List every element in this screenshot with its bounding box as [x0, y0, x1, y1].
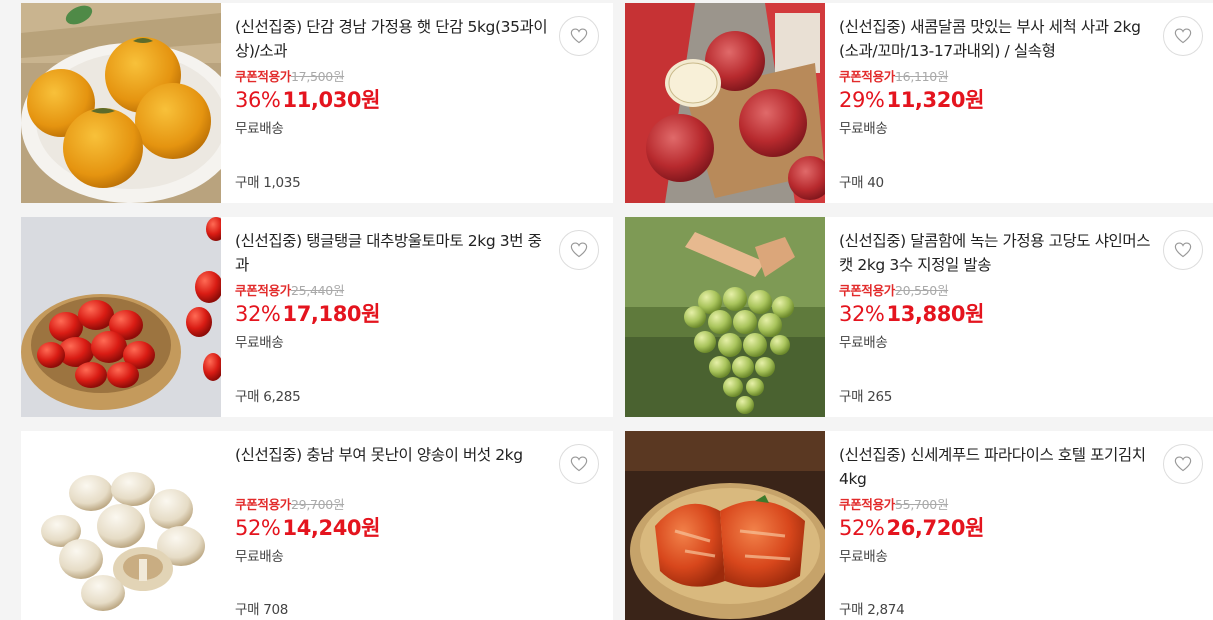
- sale-price: 17,180원: [282, 302, 381, 326]
- product-image[interactable]: [625, 3, 825, 203]
- product-image[interactable]: [21, 217, 221, 417]
- original-price: 25,440원: [291, 283, 345, 298]
- product-card[interactable]: (신선집중) 충남 부여 못난이 양송이 버섯 2kg 쿠폰적용가29,700원…: [21, 431, 613, 620]
- heart-icon: [1174, 456, 1192, 472]
- purchase-count: 구매 2,874: [839, 602, 905, 618]
- product-title[interactable]: (신선집중) 달콤함에 녹는 가정용 고당도 샤인머스캣 2kg 3수 지정일 …: [839, 229, 1159, 277]
- sale-price: 26,720원: [886, 516, 985, 540]
- product-card[interactable]: (신선집중) 신세계푸드 파라다이스 호텔 포기김치 4kg 쿠폰적용가55,7…: [625, 431, 1213, 620]
- shipping-info: 무료배송: [839, 335, 888, 351]
- original-price: 55,700원: [895, 497, 949, 512]
- discount-rate: 52%: [839, 516, 885, 540]
- purchase-count: 구매 40: [839, 175, 884, 191]
- shine-muscat-image: [625, 217, 825, 417]
- wishlist-button[interactable]: [1163, 444, 1203, 484]
- discount-rate: 52%: [235, 516, 281, 540]
- product-title[interactable]: (신선집중) 탱글탱글 대추방울토마토 2kg 3번 중과: [235, 229, 555, 277]
- sale-price: 11,320원: [886, 88, 985, 112]
- purchase-count: 구매 265: [839, 389, 893, 405]
- product-card[interactable]: (신선집중) 새콤달콤 맛있는 부사 세척 사과 2kg (소과/꼬마/13-1…: [625, 3, 1213, 203]
- shipping-info: 무료배송: [235, 121, 284, 137]
- original-price: 16,110원: [895, 69, 949, 84]
- wishlist-button[interactable]: [559, 444, 599, 484]
- product-title[interactable]: (신선집중) 새콤달콤 맛있는 부사 세척 사과 2kg (소과/꼬마/13-1…: [839, 15, 1159, 63]
- product-title[interactable]: (신선집중) 신세계푸드 파라다이스 호텔 포기김치 4kg: [839, 443, 1159, 491]
- original-price: 20,550원: [895, 283, 949, 298]
- heart-icon: [570, 242, 588, 258]
- discount-rate: 32%: [235, 302, 281, 326]
- original-price: 29,700원: [291, 497, 345, 512]
- original-price: 17,500원: [291, 69, 345, 84]
- heart-icon: [1174, 242, 1192, 258]
- discount-rate: 29%: [839, 88, 885, 112]
- apple-image: [625, 3, 825, 203]
- discount-rate: 36%: [235, 88, 281, 112]
- wishlist-button[interactable]: [1163, 230, 1203, 270]
- cherry-tomato-image: [21, 217, 221, 417]
- shipping-info: 무료배송: [235, 549, 284, 565]
- coupon-label: 쿠폰적용가: [235, 283, 292, 298]
- product-image[interactable]: [21, 3, 221, 203]
- product-card[interactable]: (신선집중) 탱글탱글 대추방울토마토 2kg 3번 중과 쿠폰적용가25,44…: [21, 217, 613, 417]
- sale-price: 13,880원: [886, 302, 985, 326]
- heart-icon: [570, 28, 588, 44]
- coupon-label: 쿠폰적용가: [839, 497, 896, 512]
- product-card[interactable]: (신선집중) 달콤함에 녹는 가정용 고당도 샤인머스캣 2kg 3수 지정일 …: [625, 217, 1213, 417]
- coupon-label: 쿠폰적용가: [235, 69, 292, 84]
- coupon-label: 쿠폰적용가: [839, 69, 896, 84]
- shipping-info: 무료배송: [839, 121, 888, 137]
- persimmon-image: [21, 3, 221, 203]
- wishlist-button[interactable]: [559, 16, 599, 56]
- sale-price: 14,240원: [282, 516, 381, 540]
- product-image[interactable]: [21, 431, 221, 620]
- purchase-count: 구매 6,285: [235, 389, 301, 405]
- coupon-label: 쿠폰적용가: [839, 283, 896, 298]
- product-image[interactable]: [625, 217, 825, 417]
- heart-icon: [570, 456, 588, 472]
- product-title[interactable]: (신선집중) 단감 경남 가정용 햇 단감 5kg(35과이상)/소과: [235, 15, 555, 63]
- sale-price: 11,030원: [282, 88, 381, 112]
- heart-icon: [1174, 28, 1192, 44]
- purchase-count: 구매 708: [235, 602, 289, 618]
- wishlist-button[interactable]: [559, 230, 599, 270]
- purchase-count: 구매 1,035: [235, 175, 301, 191]
- product-card[interactable]: (신선집중) 단감 경남 가정용 햇 단감 5kg(35과이상)/소과 쿠폰적용…: [21, 3, 613, 203]
- wishlist-button[interactable]: [1163, 16, 1203, 56]
- shipping-info: 무료배송: [235, 335, 284, 351]
- shipping-info: 무료배송: [839, 549, 888, 565]
- kimchi-image: [625, 431, 825, 620]
- coupon-label: 쿠폰적용가: [235, 497, 292, 512]
- product-image[interactable]: [625, 431, 825, 620]
- discount-rate: 32%: [839, 302, 885, 326]
- mushroom-image: [21, 431, 221, 620]
- product-title[interactable]: (신선집중) 충남 부여 못난이 양송이 버섯 2kg: [235, 443, 555, 491]
